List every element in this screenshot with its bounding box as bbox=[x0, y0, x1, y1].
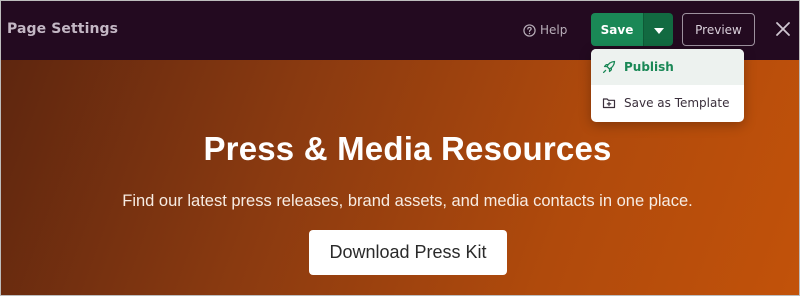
folder-plus-icon bbox=[602, 96, 616, 110]
save-button[interactable]: Save bbox=[591, 13, 643, 46]
rocket-icon bbox=[602, 60, 616, 74]
menu-item-save-as-template[interactable]: Save as Template bbox=[591, 85, 744, 121]
help-label: Help bbox=[540, 23, 568, 37]
hero-subtitle: Find our latest press releases, brand as… bbox=[122, 192, 693, 210]
hero-title: Press & Media Resources bbox=[203, 130, 612, 167]
save-button-group: Save bbox=[591, 13, 673, 46]
download-press-kit-button[interactable]: Download Press Kit bbox=[309, 230, 507, 275]
close-icon bbox=[773, 22, 793, 43]
save-options-toggle[interactable] bbox=[643, 13, 673, 46]
save-options-menu: Publish Save as Template bbox=[591, 49, 744, 122]
help-circle-icon bbox=[523, 23, 536, 37]
page-title: Page Settings bbox=[7, 21, 119, 37]
menu-item-label: Save as Template bbox=[624, 96, 730, 110]
menu-item-publish[interactable]: Publish bbox=[591, 49, 744, 85]
caret-down-icon bbox=[653, 21, 664, 39]
close-button[interactable] bbox=[773, 19, 793, 39]
help-link[interactable]: Help bbox=[523, 23, 567, 37]
preview-button[interactable]: Preview bbox=[682, 13, 755, 46]
page-settings-frame: Page Settings Help Save Preview Press & … bbox=[0, 0, 800, 296]
menu-item-label: Publish bbox=[624, 60, 674, 74]
